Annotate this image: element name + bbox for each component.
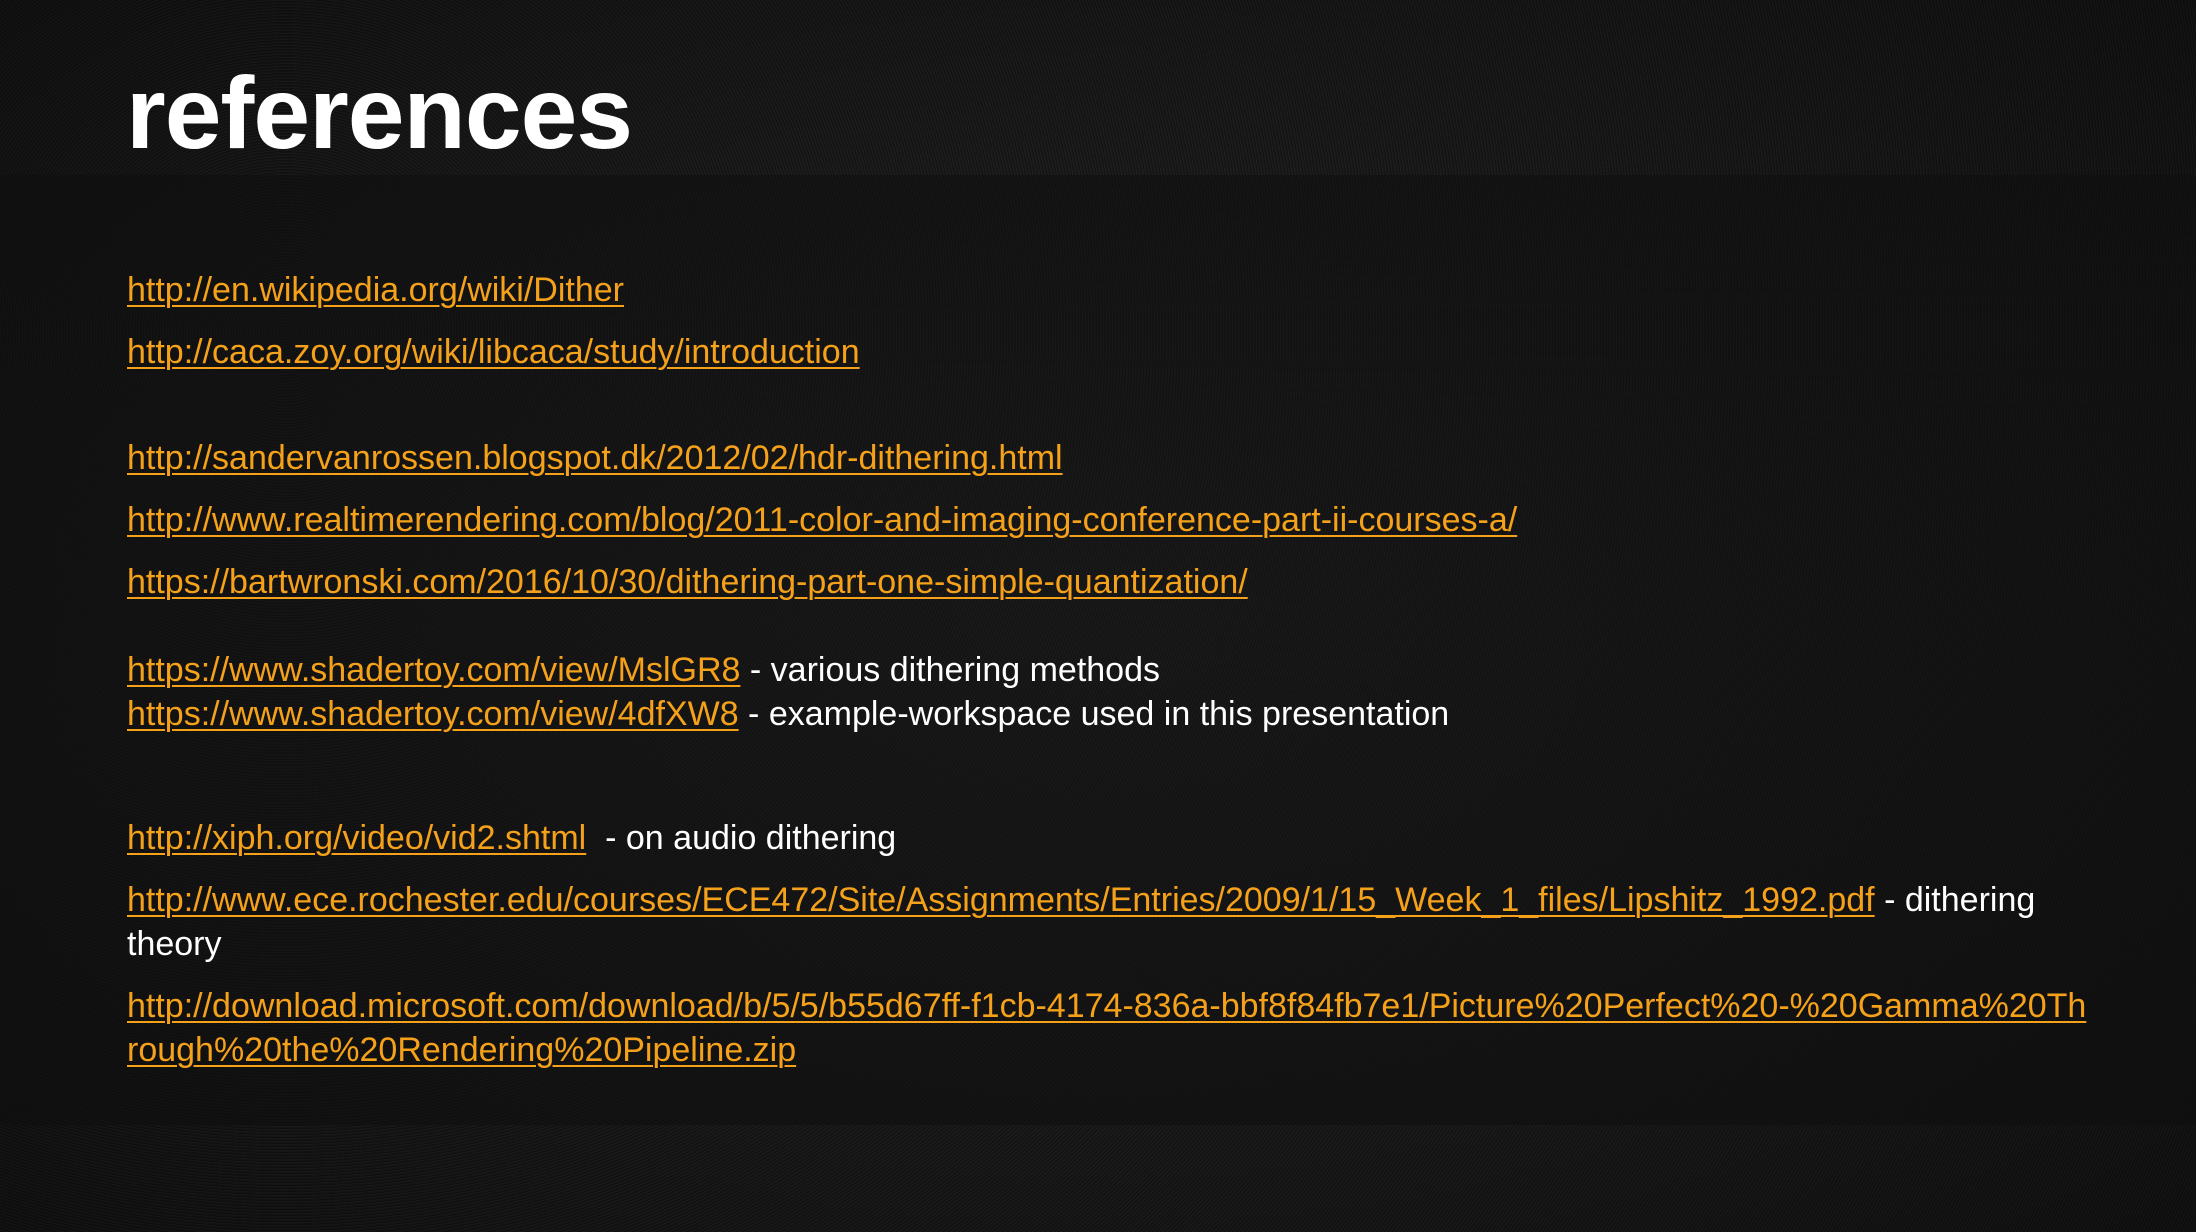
reference-item: http://en.wikipedia.org/wiki/Dither bbox=[127, 268, 2087, 312]
reference-item: http://caca.zoy.org/wiki/libcaca/study/i… bbox=[127, 330, 2087, 374]
reference-item: http://xiph.org/video/vid2.shtml - on au… bbox=[127, 816, 2087, 860]
reference-link-wikipedia-dither[interactable]: http://en.wikipedia.org/wiki/Dither bbox=[127, 271, 624, 309]
reference-item: http://www.realtimerendering.com/blog/20… bbox=[127, 498, 2087, 542]
reference-link-xiph-video[interactable]: http://xiph.org/video/vid2.shtml bbox=[127, 819, 586, 857]
reference-link-lipshitz-pdf[interactable]: http://www.ece.rochester.edu/courses/ECE… bbox=[127, 881, 1875, 919]
reference-link-bartwronski[interactable]: https://bartwronski.com/2016/10/30/dithe… bbox=[127, 563, 1248, 601]
reference-link-libcaca-study[interactable]: http://caca.zoy.org/wiki/libcaca/study/i… bbox=[127, 333, 860, 371]
reference-description: - on audio dithering bbox=[586, 819, 897, 857]
reference-item: http://download.microsoft.com/download/b… bbox=[127, 984, 2087, 1072]
slide-title: references bbox=[126, 56, 633, 170]
reference-item: https://bartwronski.com/2016/10/30/dithe… bbox=[127, 560, 2087, 604]
reference-description: - various dithering methods bbox=[740, 651, 1160, 689]
reference-item: http://www.ece.rochester.edu/courses/ECE… bbox=[127, 878, 2087, 966]
reference-link-realtimerendering[interactable]: http://www.realtimerendering.com/blog/20… bbox=[127, 501, 1517, 539]
reference-link-hdr-dithering[interactable]: http://sandervanrossen.blogspot.dk/2012/… bbox=[127, 439, 1063, 477]
reference-description: - example-workspace used in this present… bbox=[738, 695, 1450, 733]
reference-item: https://www.shadertoy.com/view/4dfXW8 - … bbox=[127, 692, 2087, 736]
reference-item: https://www.shadertoy.com/view/MslGR8 - … bbox=[127, 648, 2087, 692]
reference-link-shadertoy-mslgr8[interactable]: https://www.shadertoy.com/view/MslGR8 bbox=[127, 651, 740, 689]
reference-item: http://sandervanrossen.blogspot.dk/2012/… bbox=[127, 436, 2087, 480]
references-list: http://en.wikipedia.org/wiki/Dither http… bbox=[127, 268, 2087, 1090]
slide: references http://en.wikipedia.org/wiki/… bbox=[0, 0, 2196, 1232]
reference-link-microsoft-gamma-zip[interactable]: http://download.microsoft.com/download/b… bbox=[127, 987, 2086, 1069]
reference-link-shadertoy-4dfxw8[interactable]: https://www.shadertoy.com/view/4dfXW8 bbox=[127, 695, 739, 733]
